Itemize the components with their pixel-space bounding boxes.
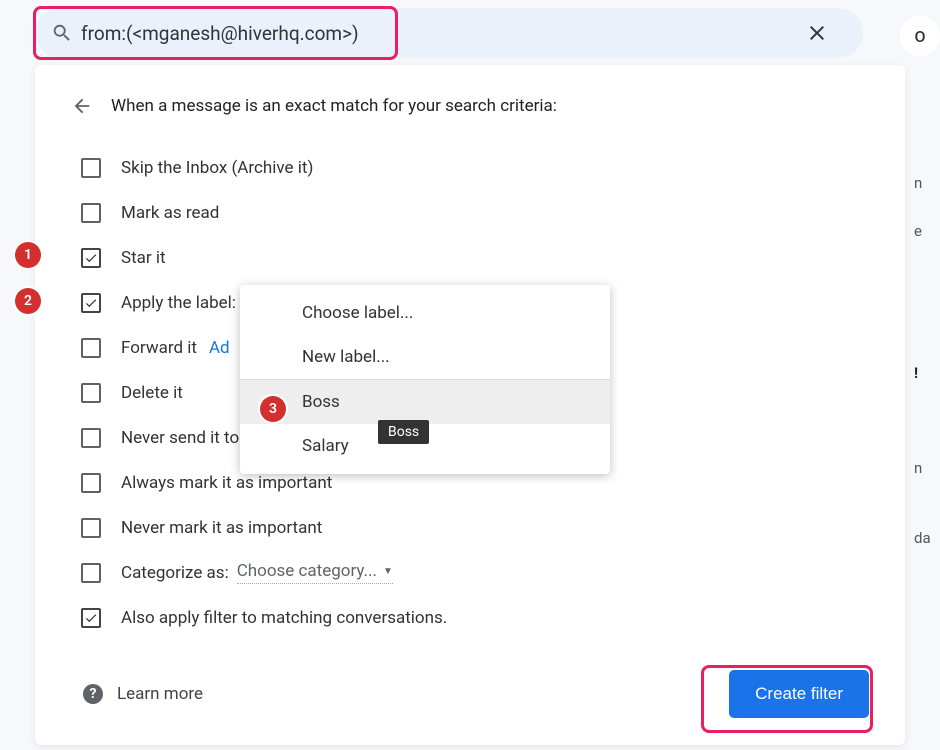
search-query: from:(<mganesh@hiverhq.com>) xyxy=(81,22,797,45)
checkbox-mark-read[interactable] xyxy=(81,203,101,223)
category-select[interactable]: Choose category... ▼ xyxy=(237,561,393,584)
label-star-it: Star it xyxy=(121,248,887,268)
option-categorize[interactable]: Categorize as: Choose category... ▼ xyxy=(53,550,887,595)
label-also-apply: Also apply filter to matching conversati… xyxy=(121,608,887,628)
checkbox-always-important[interactable] xyxy=(81,473,101,493)
checkbox-forward-it[interactable] xyxy=(81,338,101,358)
help-icon[interactable]: ? xyxy=(83,684,103,704)
search-icon xyxy=(51,22,81,44)
label-always-important: Always mark it as important xyxy=(121,473,887,493)
label-skip-inbox: Skip the Inbox (Archive it) xyxy=(121,158,887,178)
forward-add-link[interactable]: Ad xyxy=(209,338,230,358)
chevron-down-icon: ▼ xyxy=(383,566,393,577)
dropdown-choose-label[interactable]: Choose label... xyxy=(240,291,610,335)
label-forward-it: Forward it xyxy=(121,338,197,358)
avatar[interactable]: O xyxy=(900,16,940,56)
option-also-apply[interactable]: Also apply filter to matching conversati… xyxy=(53,595,887,640)
checkbox-never-important[interactable] xyxy=(81,518,101,538)
bg-text: da xyxy=(914,520,940,556)
label-categorize: Categorize as: xyxy=(121,563,229,583)
checkbox-delete-it[interactable] xyxy=(81,383,101,403)
checkbox-skip-inbox[interactable] xyxy=(81,158,101,178)
category-placeholder: Choose category... xyxy=(237,561,377,581)
panel-header: When a message is an exact match for you… xyxy=(111,96,557,116)
option-never-important[interactable]: Never mark it as important xyxy=(53,505,887,550)
annotation-badge-2: 2 xyxy=(15,288,41,314)
create-filter-button[interactable]: Create filter xyxy=(729,670,869,718)
checkbox-never-spam[interactable] xyxy=(81,428,101,448)
bg-text: n xyxy=(914,450,940,486)
option-mark-read[interactable]: Mark as read xyxy=(53,190,887,235)
learn-more-link[interactable]: Learn more xyxy=(117,684,729,704)
checkbox-also-apply[interactable] xyxy=(81,608,101,628)
bg-text: ! xyxy=(914,355,940,391)
label-mark-read: Mark as read xyxy=(121,203,887,223)
search-bar[interactable]: from:(<mganesh@hiverhq.com>) xyxy=(35,8,863,58)
checkbox-star-it[interactable] xyxy=(81,248,101,268)
annotation-badge-1: 1 xyxy=(15,242,41,268)
label-never-important: Never mark it as important xyxy=(121,518,887,538)
label-dropdown: Choose label... New label... Boss Salary xyxy=(240,285,610,474)
tooltip-boss: Boss xyxy=(378,420,429,444)
dropdown-new-label[interactable]: New label... xyxy=(240,335,610,379)
clear-icon[interactable] xyxy=(797,21,837,45)
back-arrow-icon[interactable] xyxy=(71,95,111,117)
bg-text: e xyxy=(914,213,940,249)
annotation-badge-3: 3 xyxy=(260,396,286,422)
checkbox-categorize[interactable] xyxy=(81,563,101,583)
option-skip-inbox[interactable]: Skip the Inbox (Archive it) xyxy=(53,145,887,190)
dropdown-item-boss[interactable]: Boss xyxy=(240,380,610,424)
option-star-it[interactable]: Star it xyxy=(53,235,887,280)
checkbox-apply-label[interactable] xyxy=(81,293,101,313)
bg-text: n xyxy=(914,165,940,201)
